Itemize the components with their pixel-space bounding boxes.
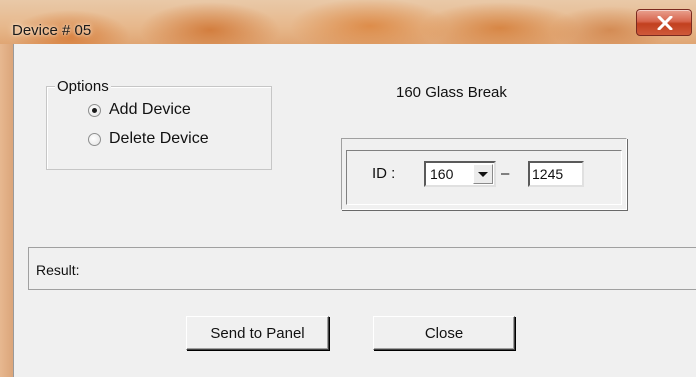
id-number-input[interactable] [528,161,584,187]
result-bar [28,247,696,290]
add-device-option[interactable]: Add Device [88,101,191,119]
delete-device-label: Delete Device [109,130,209,147]
add-device-radio[interactable] [88,103,101,117]
delete-device-radio[interactable] [88,132,101,146]
device-name-label: 160 Glass Break [396,84,507,101]
window-title: Device # 05 [12,22,92,39]
send-to-panel-button[interactable]: Send to Panel [186,316,329,350]
close-button[interactable]: Close [373,316,515,350]
id-prefix-value: 160 [430,166,454,182]
window-close-button[interactable] [636,9,692,36]
result-label: Result: [36,262,80,278]
window-frame-left [0,44,13,377]
delete-device-option[interactable]: Delete Device [88,130,209,148]
id-prefix-dropdown[interactable]: 160 [424,161,496,187]
id-label: ID : [372,165,396,182]
options-legend: Options [55,78,111,95]
chevron-down-icon[interactable] [473,164,493,184]
id-separator: – [501,165,510,182]
title-bar[interactable]: Device # 05 [0,0,696,44]
options-groupbox [46,86,272,170]
device-dialog: Device # 05 Options Add Device Delete De… [0,0,696,377]
add-device-label: Add Device [109,101,191,118]
close-icon [657,16,673,30]
